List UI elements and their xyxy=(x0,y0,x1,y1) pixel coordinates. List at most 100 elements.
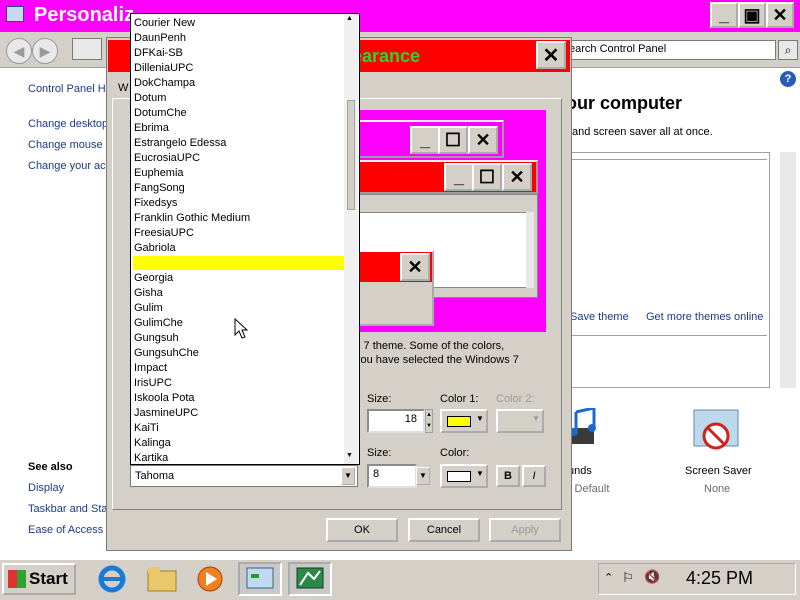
windows-logo-icon xyxy=(8,570,26,588)
font-list-item[interactable]: JasmineUPC xyxy=(133,406,349,420)
item-size-spinner[interactable]: ▲ ▼ xyxy=(425,409,433,433)
see-also-heading: See also xyxy=(28,461,73,473)
control-panel-icon[interactable] xyxy=(238,562,282,596)
font-list-item[interactable]: DilleniaUPC xyxy=(133,61,349,75)
ok-button[interactable]: OK xyxy=(326,518,398,542)
search-input[interactable]: earch Control Panel xyxy=(564,40,776,60)
font-list-item[interactable]: Georgia xyxy=(133,271,349,285)
font-list-item[interactable]: Franklin Gothic Medium xyxy=(133,211,349,225)
cancel-button[interactable]: Cancel xyxy=(408,518,480,542)
ease-of-access-link[interactable]: Ease of Access C xyxy=(28,524,114,536)
scroll-up-icon[interactable]: ▲ xyxy=(346,15,353,22)
change-desktop-icons-link[interactable]: Change desktop xyxy=(28,118,108,130)
file-explorer-icon[interactable] xyxy=(140,562,184,596)
font-list-item[interactable]: Iskoola Pota xyxy=(133,391,349,405)
start-button[interactable]: Start xyxy=(2,563,76,595)
maximize-button[interactable]: ▣ xyxy=(738,2,766,28)
screen-saver-icon[interactable] xyxy=(692,408,742,458)
main-window-titlebar[interactable]: Personaliz _ ▣ ✕ xyxy=(0,0,800,32)
volume-muted-icon[interactable]: 🔇 xyxy=(644,569,660,585)
font-list-item[interactable]: Estrangelo Edessa xyxy=(133,136,349,150)
font-list-item[interactable]: Dotum xyxy=(133,91,349,105)
font-list-item[interactable]: KaiTi xyxy=(133,421,349,435)
control-panel-home-link[interactable]: Control Panel Ho xyxy=(28,83,112,95)
font-select[interactable]: Tahoma xyxy=(130,465,358,487)
font-list-item[interactable]: Fixedsys xyxy=(133,196,349,210)
taskbar-clock[interactable]: 4:25 PM xyxy=(686,568,753,589)
preview-minimize-button: _ xyxy=(410,126,440,154)
preview-active-minimize-button: _ xyxy=(444,163,474,191)
get-more-themes-link[interactable]: Get more themes online xyxy=(646,311,763,323)
color1-picker[interactable]: ▼ xyxy=(440,409,488,433)
help-icon[interactable]: ? xyxy=(780,71,796,87)
search-icon[interactable]: ⌕ xyxy=(778,40,798,60)
change-account-picture-link[interactable]: Change your acc xyxy=(28,160,111,172)
font-list-item[interactable]: GungsuhChe xyxy=(133,346,349,360)
font-list-scrollbar[interactable] xyxy=(344,14,358,464)
font-size-label: Size: xyxy=(367,447,392,459)
back-arrow-icon: ◀ xyxy=(13,42,25,59)
chevron-down-icon[interactable]: ▼ xyxy=(341,467,355,485)
font-list-item[interactable]: Gautami xyxy=(133,256,349,270)
apply-button: Apply xyxy=(489,518,561,542)
preview-message-close-button: ✕ xyxy=(400,253,430,281)
page-heading: our computer xyxy=(566,93,683,113)
font-list-item[interactable]: DotumChe xyxy=(133,106,349,120)
change-mouse-pointers-link[interactable]: Change mouse p xyxy=(28,139,112,151)
italic-button[interactable]: I xyxy=(522,465,546,487)
media-player-icon[interactable] xyxy=(188,562,232,596)
screen-saver-label[interactable]: Screen Saver xyxy=(685,465,752,477)
minimize-button[interactable]: _ xyxy=(710,2,738,28)
scroll-down-icon[interactable]: ▼ xyxy=(346,452,353,459)
font-list-item[interactable]: DFKai-SB xyxy=(133,46,349,60)
display-link[interactable]: Display xyxy=(28,482,64,494)
font-list-item[interactable]: Gulim xyxy=(133,301,349,315)
font-list-item[interactable]: Kartika xyxy=(133,451,349,465)
dialog-tab[interactable]: W xyxy=(118,82,128,94)
font-list-scroll-thumb[interactable] xyxy=(347,100,355,210)
back-button[interactable]: ◀ xyxy=(6,38,32,64)
chevron-down-icon: ▼ xyxy=(532,414,540,423)
font-list-item[interactable]: Ebrima xyxy=(133,121,349,135)
chevron-down-icon: ▼ xyxy=(476,414,484,423)
color1-label: Color 1: xyxy=(440,393,479,405)
personalization-icon[interactable] xyxy=(288,562,332,596)
dialog-title: earance xyxy=(352,46,421,66)
font-list-item[interactable]: FangSong xyxy=(133,181,349,195)
font-color-picker[interactable]: ▼ xyxy=(440,464,488,488)
preview-active-maximize-button: ☐ xyxy=(472,163,502,191)
preview-active-close-button: ✕ xyxy=(502,163,532,191)
forward-button[interactable]: ▶ xyxy=(32,38,58,64)
font-list-item[interactable]: Euphemia xyxy=(133,166,349,180)
screen-saver-value: None xyxy=(704,483,731,495)
font-list-item[interactable]: Impact xyxy=(133,361,349,375)
font-list-item[interactable]: EucrosiaUPC xyxy=(133,151,349,165)
theme-scrollbar[interactable] xyxy=(780,152,796,388)
font-list-item[interactable]: FreesiaUPC xyxy=(133,226,349,240)
close-button[interactable]: ✕ xyxy=(766,2,794,28)
font-size-select[interactable]: 8 xyxy=(367,464,417,488)
page-description: and screen saver all at once. xyxy=(572,126,713,138)
font-list-item[interactable]: Courier New xyxy=(133,16,349,30)
theme-list-panel[interactable] xyxy=(566,152,770,388)
preview-close-button: ✕ xyxy=(468,126,498,154)
panel-divider xyxy=(571,159,767,160)
taskbar-start-menu-link[interactable]: Taskbar and Sta xyxy=(28,503,108,515)
action-center-flag-icon[interactable]: ⚐ xyxy=(622,570,634,586)
font-list-item[interactable]: IrisUPC xyxy=(133,376,349,390)
item-size-input[interactable]: 18 xyxy=(367,409,425,433)
font-list-item[interactable]: DokChampa xyxy=(133,76,349,90)
address-location-icon[interactable] xyxy=(72,38,102,60)
save-theme-link[interactable]: Save theme xyxy=(570,311,629,323)
mouse-cursor-icon xyxy=(234,318,248,339)
font-list-item[interactable]: DaunPenh xyxy=(133,31,349,45)
font-list-item[interactable]: Kalinga xyxy=(133,436,349,450)
internet-explorer-icon[interactable] xyxy=(90,562,134,596)
bold-button[interactable]: B xyxy=(496,465,520,487)
chevron-down-icon[interactable]: ▼ xyxy=(416,467,430,485)
show-hidden-icons-chevron-icon[interactable]: ⌃ xyxy=(604,571,613,584)
font-list-item[interactable]: Gabriola xyxy=(133,241,349,255)
theme-note-line-1: s 7 theme. Some of the colors, xyxy=(355,340,505,352)
font-list-item[interactable]: Gisha xyxy=(133,286,349,300)
dialog-close-button[interactable]: ✕ xyxy=(536,41,566,69)
